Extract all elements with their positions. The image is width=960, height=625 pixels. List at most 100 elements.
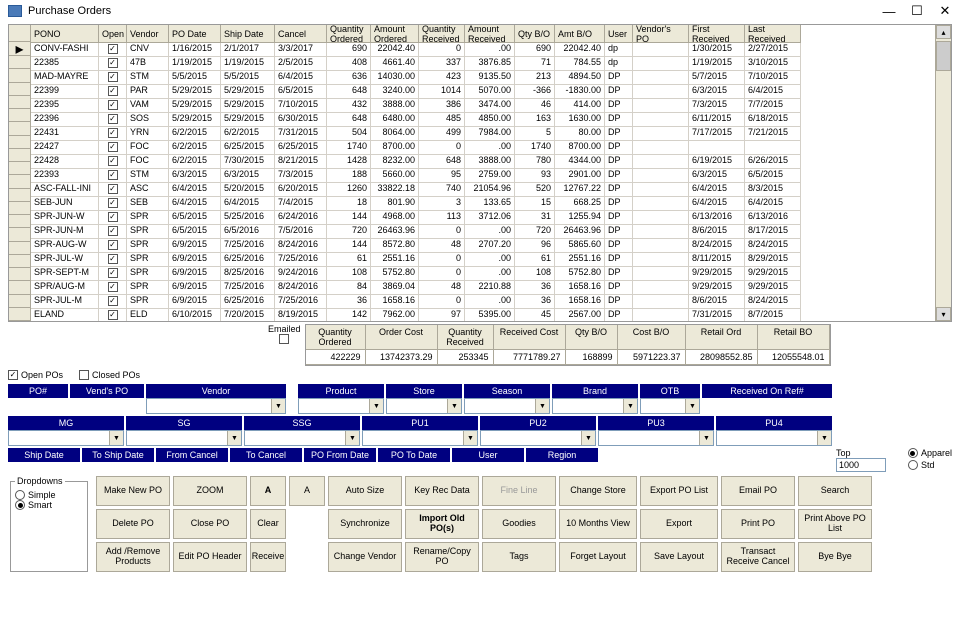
cell[interactable]: 1255.94 (555, 211, 605, 225)
cell[interactable]: 95 (419, 169, 465, 183)
cell[interactable] (633, 43, 689, 57)
cell[interactable]: 6/25/2015 (275, 141, 327, 155)
cell[interactable]: 2901.00 (555, 169, 605, 183)
filter-combo[interactable]: ▼ (640, 398, 700, 414)
cell[interactable]: 5/29/2015 (169, 99, 221, 113)
table-row[interactable]: SPR/AUG-M✓SPR6/9/20157/25/20168/24/20168… (31, 281, 935, 295)
table-row[interactable]: 22428✓FOC6/2/20157/30/20158/21/201514288… (31, 155, 935, 169)
table-row[interactable]: MAD-MAYRE✓STM5/5/20155/5/20156/4/2015636… (31, 71, 935, 85)
cell[interactable]: SPR-AUG-W (31, 239, 99, 253)
cell[interactable]: 144 (327, 211, 371, 225)
cell[interactable]: 8064.00 (371, 127, 419, 141)
cell[interactable]: ✓ (99, 57, 127, 71)
cell[interactable]: ✓ (99, 155, 127, 169)
action-button[interactable]: Print Above PO List (798, 509, 872, 539)
scroll-up-button[interactable]: ▴ (936, 25, 951, 39)
row-header[interactable] (9, 228, 31, 241)
cell[interactable]: 6/2/2015 (169, 155, 221, 169)
cell[interactable]: 636 (327, 71, 371, 85)
cell[interactable]: 1/19/2015 (169, 57, 221, 71)
cell[interactable]: 8/24/2015 (745, 295, 801, 309)
cell[interactable]: ✓ (99, 309, 127, 321)
cell[interactable]: 6/4/2015 (169, 197, 221, 211)
std-radio[interactable]: Std (908, 460, 952, 470)
cell[interactable]: 6/18/2015 (745, 113, 801, 127)
cell[interactable]: 213 (515, 71, 555, 85)
cell[interactable]: 648 (327, 113, 371, 127)
cell[interactable]: 96 (515, 239, 555, 253)
cell[interactable]: 6/20/2015 (275, 183, 327, 197)
cell[interactable]: 22431 (31, 127, 99, 141)
action-button[interactable]: Receive (250, 542, 286, 572)
cell[interactable]: 163 (515, 113, 555, 127)
filter-combo[interactable]: ▼ (464, 398, 550, 414)
cell[interactable]: 7/17/2015 (689, 127, 745, 141)
cell[interactable] (633, 71, 689, 85)
cell[interactable]: 1/19/2015 (221, 57, 275, 71)
action-button[interactable]: Save Layout (640, 542, 718, 572)
cell[interactable]: 46 (515, 99, 555, 113)
cell[interactable]: ✓ (99, 225, 127, 239)
action-button[interactable]: Change Vendor (328, 542, 402, 572)
cell[interactable]: 7/30/2015 (221, 155, 275, 169)
cell[interactable]: 690 (515, 43, 555, 57)
cell[interactable]: 6/13/2016 (689, 211, 745, 225)
cell[interactable]: 6/3/2015 (689, 169, 745, 183)
table-row[interactable]: 22385✓47B1/19/20151/19/20152/5/201540846… (31, 57, 935, 71)
cell[interactable]: 6/5/2015 (275, 85, 327, 99)
cell[interactable]: SPR (127, 225, 169, 239)
cell[interactable]: 2551.16 (371, 253, 419, 267)
cell[interactable]: SPR-SEPT-M (31, 267, 99, 281)
cell[interactable]: 6/3/2015 (221, 169, 275, 183)
cell[interactable]: 3888.00 (465, 155, 515, 169)
col-header[interactable]: Quantity Ordered (327, 25, 371, 43)
row-header[interactable] (9, 281, 31, 294)
cell[interactable]: 6/13/2016 (745, 211, 801, 225)
cell[interactable]: 7/10/2015 (275, 99, 327, 113)
cell[interactable]: 45 (515, 309, 555, 321)
action-button[interactable]: Delete PO (96, 509, 170, 539)
table-row[interactable]: 22427✓FOC6/2/20156/25/20156/25/201517408… (31, 141, 935, 155)
filter-label[interactable]: User (452, 448, 524, 462)
cell[interactable]: 8/25/2016 (221, 267, 275, 281)
col-header[interactable]: Last Received (745, 25, 801, 43)
row-header[interactable]: ▸ (9, 42, 31, 56)
cell[interactable]: 6/25/2015 (221, 141, 275, 155)
cell[interactable]: DP (605, 169, 633, 183)
action-button[interactable]: Change Store (559, 476, 637, 506)
cell[interactable]: dp (605, 57, 633, 71)
action-button[interactable]: Search (798, 476, 872, 506)
filter-label[interactable]: From Cancel (156, 448, 228, 462)
cell[interactable]: ✓ (99, 253, 127, 267)
cell[interactable]: 71 (515, 57, 555, 71)
cell[interactable]: 7/10/2015 (745, 71, 801, 85)
cell[interactable]: 113 (419, 211, 465, 225)
cell[interactable]: DP (605, 71, 633, 85)
cell[interactable]: DP (605, 99, 633, 113)
cell[interactable]: 80.00 (555, 127, 605, 141)
cell[interactable]: CONV-FASHI (31, 43, 99, 57)
cell[interactable] (633, 155, 689, 169)
action-button[interactable]: Add /Remove Products (96, 542, 170, 572)
action-button[interactable]: Edit PO Header (173, 542, 247, 572)
cell[interactable]: 2551.16 (555, 253, 605, 267)
col-header[interactable]: Ship Date (221, 25, 275, 43)
table-row[interactable]: SPR-JUL-W✓SPR6/9/20156/25/20167/25/20166… (31, 253, 935, 267)
cell[interactable]: 9/29/2015 (745, 267, 801, 281)
cell[interactable]: 648 (419, 155, 465, 169)
cell[interactable]: ✓ (99, 127, 127, 141)
filter-label[interactable]: Ship Date (8, 448, 80, 462)
cell[interactable]: 432 (327, 99, 371, 113)
cell[interactable]: 6/2/2015 (169, 141, 221, 155)
cell[interactable]: 414.00 (555, 99, 605, 113)
cell[interactable]: 337 (419, 57, 465, 71)
cell[interactable]: 1740 (327, 141, 371, 155)
filter-combo[interactable]: ▼ (244, 430, 360, 446)
cell[interactable]: 2/27/2015 (745, 43, 801, 57)
cell[interactable]: DP (605, 85, 633, 99)
cell[interactable]: 5/29/2015 (169, 85, 221, 99)
cell[interactable]: 5752.80 (555, 267, 605, 281)
cell[interactable]: 7/25/2016 (221, 281, 275, 295)
cell[interactable]: 6/2/2015 (169, 127, 221, 141)
cell[interactable]: 5 (515, 127, 555, 141)
